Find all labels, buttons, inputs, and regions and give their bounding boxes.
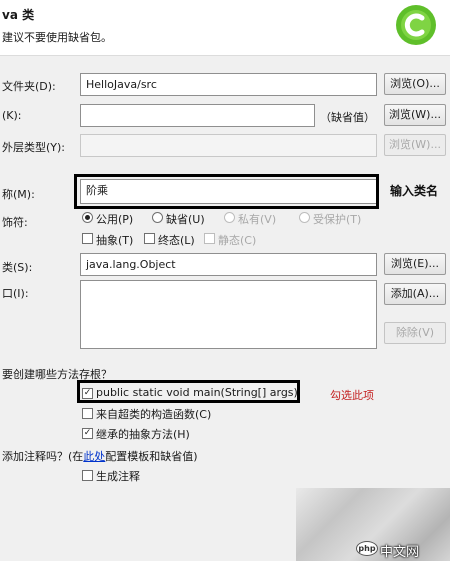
enclosing-type-label: 外层类型(Y): — [2, 141, 66, 154]
comments-question: 添加注释吗？(在此处配置模板和缺省值) — [2, 448, 198, 464]
php-badge-text: php — [358, 544, 376, 553]
main-method-highlight-box — [77, 380, 300, 403]
final-checkbox[interactable] — [144, 233, 155, 244]
configure-templates-link[interactable]: 此处 — [83, 450, 105, 463]
abstract-label: 抽象(T) — [96, 234, 134, 247]
wizard-logo-icon — [394, 3, 438, 47]
generate-comments-checkbox[interactable] — [82, 470, 93, 481]
modifier-public-label: 公用(P) — [96, 213, 134, 226]
superclass-label: 类(S): — [2, 261, 33, 274]
source-folder-browse-button[interactable]: 浏览(O)... — [384, 73, 446, 95]
enclosing-type-input[interactable] — [80, 134, 377, 157]
static-checkbox[interactable] — [204, 233, 215, 244]
interfaces-list[interactable] — [80, 280, 377, 349]
modifier-public-radio[interactable] — [82, 212, 93, 223]
modifier-private-radio[interactable] — [224, 212, 235, 223]
wizard-title: va 类 — [2, 8, 35, 22]
interfaces-add-button[interactable]: 添加(A)... — [384, 283, 446, 305]
package-default-hint: （缺省值） — [320, 111, 375, 124]
name-highlight-box — [74, 174, 379, 209]
modifier-default-radio[interactable] — [152, 212, 163, 223]
final-label: 终态(L) — [158, 234, 195, 247]
source-folder-input[interactable]: HelloJava/src — [80, 73, 377, 96]
modifier-default-label: 缺省(U) — [166, 213, 205, 226]
modifier-protected-label: 受保护(T) — [313, 213, 362, 226]
modifier-protected-radio[interactable] — [299, 212, 310, 223]
name-annotation: 输入类名 — [390, 184, 439, 198]
comments-question-suffix: 配置模板和缺省值) — [105, 450, 198, 463]
package-browse-button[interactable]: 浏览(W)... — [384, 104, 446, 126]
name-label: 称(M): — [2, 188, 35, 201]
wizard-header — [0, 0, 450, 54]
static-label: 静态(C) — [218, 234, 257, 247]
source-folder-label: 文件夹(D): — [2, 80, 56, 93]
package-input[interactable] — [80, 104, 315, 127]
superclass-constructors-label: 来自超类的构造函数(C) — [96, 408, 212, 421]
package-label: (K): — [2, 109, 22, 122]
inherited-abstract-methods-checkbox[interactable]: ✓ — [82, 428, 93, 439]
superclass-constructors-checkbox[interactable] — [82, 408, 93, 419]
comments-question-prefix: 添加注释吗？(在 — [2, 450, 84, 463]
abstract-checkbox[interactable] — [82, 233, 93, 244]
main-method-annotation: 勾选此项 — [330, 389, 374, 402]
generate-comments-label: 生成注释 — [96, 470, 140, 483]
watermark-text: 中文网 — [380, 545, 420, 560]
superclass-input[interactable]: java.lang.Object — [80, 253, 377, 276]
inherited-abstract-methods-label: 继承的抽象方法(H) — [96, 428, 190, 441]
interfaces-remove-button[interactable]: 除除(V) — [384, 322, 446, 344]
interfaces-label: 口(I): — [2, 287, 29, 300]
modifier-private-label: 私有(V) — [238, 213, 277, 226]
wizard-message: 建议不要使用缺省包。 — [2, 31, 112, 44]
php-logo-icon: php — [356, 541, 378, 556]
superclass-browse-button[interactable]: 浏览(E)... — [384, 253, 446, 275]
enclosing-type-browse-button[interactable]: 浏览(W)... — [384, 134, 446, 156]
modifiers-label: 饰符: — [2, 216, 28, 229]
